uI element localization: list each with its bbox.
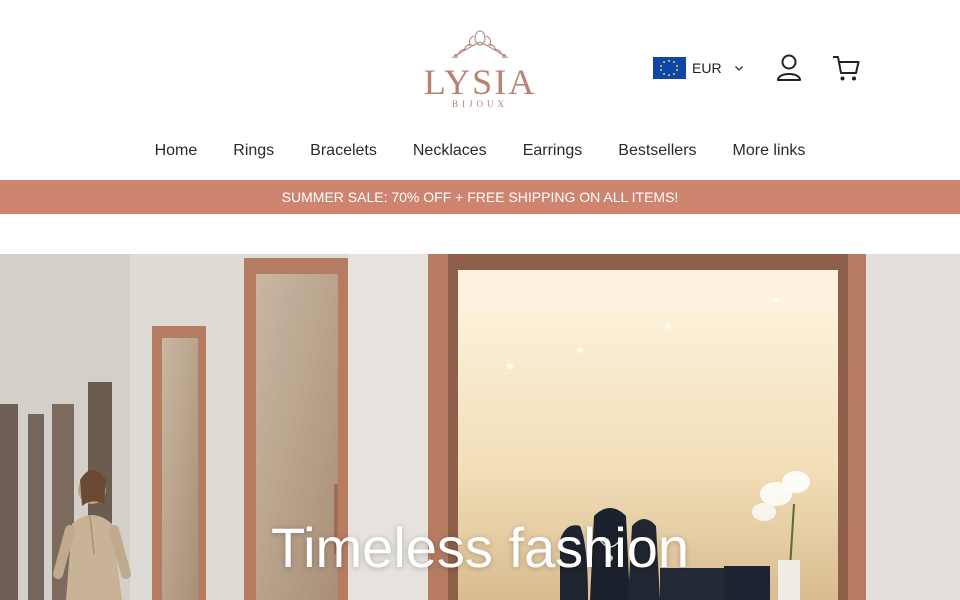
nav-item-bestsellers[interactable]: Bestsellers	[618, 138, 696, 166]
nav-item-home[interactable]: Home	[155, 138, 198, 166]
site-header: LYSIA BIJOUX EUR	[0, 0, 960, 135]
currency-selector[interactable]: EUR	[653, 56, 744, 80]
nav-item-bracelets[interactable]: Bracelets	[310, 138, 377, 166]
cart-icon[interactable]	[830, 52, 862, 84]
floral-wreath-icon	[451, 30, 509, 59]
user-icon[interactable]	[773, 52, 805, 84]
nav-item-necklaces[interactable]: Necklaces	[413, 138, 487, 166]
hero-title: Timeless fashion	[270, 516, 690, 579]
logo[interactable]: LYSIA BIJOUX	[420, 28, 540, 110]
announcement-bar: SUMMER SALE: 70% OFF + FREE SHIPPING ON …	[0, 180, 960, 214]
main-navigation: Home Rings Bracelets Necklaces Earrings …	[0, 138, 960, 166]
nav-item-rings[interactable]: Rings	[233, 138, 274, 166]
chevron-down-icon	[734, 66, 743, 71]
nav-item-more-links[interactable]: More links	[733, 138, 806, 166]
logo-wordmark: LYSIA	[423, 62, 537, 102]
currency-code: EUR	[692, 60, 722, 76]
page: LYSIA BIJOUX EUR Home Rings Bracelets Ne…	[0, 0, 960, 600]
eu-flag-icon	[653, 57, 686, 79]
hero-banner: Timeless fashion	[0, 254, 960, 600]
logo-subtitle: BIJOUX	[451, 99, 508, 109]
nav-item-earrings[interactable]: Earrings	[523, 138, 583, 166]
